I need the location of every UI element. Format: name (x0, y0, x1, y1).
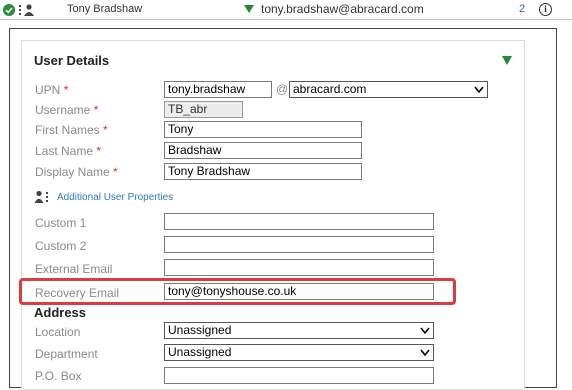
user-email: tony.bradshaw@abracard.com (261, 2, 424, 16)
custom1-label: Custom 1 (35, 216, 87, 230)
location-select[interactable]: Unassigned (164, 322, 434, 339)
po-box-input[interactable] (164, 367, 434, 384)
upn-label: UPN * (35, 83, 69, 97)
custom2-label: Custom 2 (35, 239, 87, 253)
group-count[interactable]: 2 (519, 3, 525, 15)
custom2-input[interactable] (164, 236, 434, 253)
last-name-label: Last Name * (35, 144, 102, 158)
collapse-arrow-icon[interactable] (502, 56, 512, 65)
first-names-input[interactable]: Tony (164, 121, 362, 138)
at-symbol: @ (276, 82, 289, 96)
username-label: Username * (35, 103, 99, 117)
chevron-down-icon (420, 327, 430, 335)
domain-value: abracard.com (293, 82, 367, 96)
address-heading: Address (34, 305, 87, 320)
chevron-down-icon (474, 86, 484, 94)
user-name: Tony Bradshaw (67, 3, 143, 15)
username-input: TB_abr (164, 101, 243, 118)
info-icon[interactable]: i (539, 3, 552, 16)
display-name-input[interactable]: Tony Bradshaw (164, 163, 362, 180)
display-name-label: Display Name * (35, 165, 118, 179)
upn-input[interactable]: tony.bradshaw (164, 81, 272, 98)
last-name-input[interactable]: Bradshaw (164, 142, 362, 159)
recovery-email-label: Recovery Email (35, 286, 120, 300)
department-value: Unassigned (168, 345, 232, 359)
po-box-label: P.O. Box (35, 369, 82, 383)
user-properties-icon (34, 190, 50, 204)
section-title: User Details (34, 53, 110, 68)
recovery-email-input[interactable]: tony@tonyshouse.co.uk (164, 283, 434, 300)
external-email-input[interactable] (164, 259, 434, 276)
chevron-down-icon (420, 349, 430, 357)
first-names-label: First Names * (35, 123, 108, 137)
domain-select[interactable]: abracard.com (289, 81, 488, 98)
department-label: Department (35, 347, 98, 361)
location-value: Unassigned (168, 323, 232, 337)
external-email-label: External Email (35, 262, 113, 276)
department-select[interactable]: Unassigned (164, 344, 434, 361)
expand-arrow-icon[interactable] (244, 5, 254, 13)
user-hierarchy-icon (18, 3, 36, 17)
check-circle-icon (3, 4, 15, 16)
additional-properties-link[interactable]: Additional User Properties (57, 192, 173, 203)
custom1-input[interactable] (164, 213, 434, 230)
location-label: Location (35, 325, 81, 339)
